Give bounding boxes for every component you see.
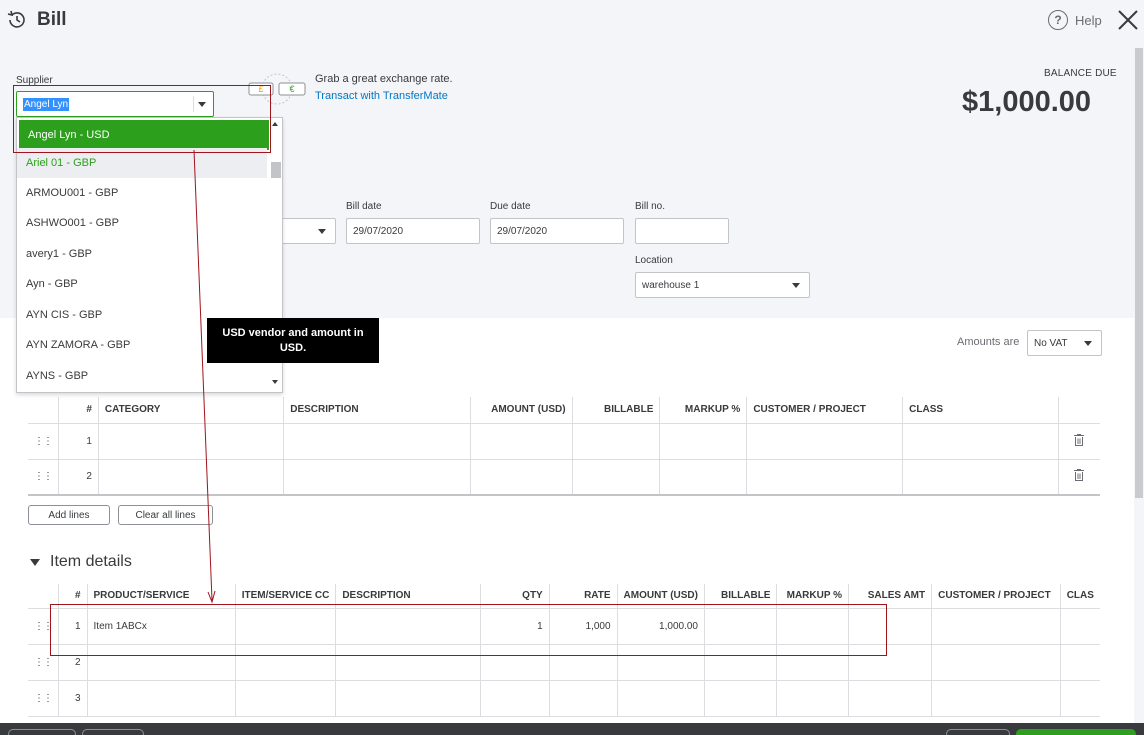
actions-column-header: [1058, 397, 1100, 424]
markup-cell[interactable]: [659, 459, 748, 496]
dropdown-option[interactable]: Ayn - GBP: [17, 269, 267, 299]
caret-down-icon: [30, 558, 40, 566]
amounts-are-select[interactable]: No VAT: [1027, 330, 1102, 356]
amounts-are-value: No VAT: [1034, 337, 1068, 349]
billable-cell[interactable]: [572, 423, 661, 460]
page-scrollbar-thumb[interactable]: [1135, 48, 1143, 498]
table-row[interactable]: ⋮⋮ 3: [28, 680, 1100, 717]
dropdown-option[interactable]: avery1 - GBP: [17, 239, 267, 269]
location-value: warehouse 1: [642, 279, 700, 291]
delete-line-button[interactable]: [1058, 459, 1100, 496]
chevron-down-icon: [1084, 341, 1092, 346]
markup-cell[interactable]: [659, 423, 748, 460]
billable-cell[interactable]: [704, 680, 778, 717]
item-details-title: Item details: [50, 553, 132, 570]
customer-cell[interactable]: [931, 680, 1061, 717]
markup-cell[interactable]: [776, 680, 850, 717]
customer-cell[interactable]: [931, 608, 1061, 645]
help-icon: ?: [1048, 10, 1068, 30]
row-number: 1: [58, 423, 99, 460]
column-header: DESCRIPTION: [283, 397, 471, 424]
amounts-are-label: Amounts are: [957, 336, 1020, 348]
save-button[interactable]: [946, 729, 1010, 735]
customer-cell[interactable]: [746, 459, 904, 496]
column-header: CLASS: [902, 397, 1059, 424]
row-number: 2: [58, 459, 99, 496]
scroll-down-icon[interactable]: [272, 380, 278, 384]
recent-transactions-icon[interactable]: [6, 9, 28, 31]
location-label: Location: [635, 255, 673, 266]
clear-button[interactable]: [82, 729, 144, 735]
save-and-close-button[interactable]: [1016, 729, 1136, 735]
rate-cell[interactable]: [549, 680, 618, 717]
chevron-down-icon: [318, 229, 326, 234]
balance-due-label: BALANCE DUE: [1044, 68, 1117, 79]
location-select[interactable]: warehouse 1: [635, 272, 810, 298]
cancel-button[interactable]: [8, 729, 76, 735]
drag-column-header: [28, 397, 59, 424]
column-header: #: [58, 397, 99, 424]
amount-cell[interactable]: [470, 459, 573, 496]
product-cell[interactable]: [87, 680, 236, 717]
class-cell[interactable]: [902, 423, 1059, 460]
annotation-highlight-supplier: [13, 85, 271, 153]
amount-cell[interactable]: [470, 423, 573, 460]
dropdown-option[interactable]: ARMOU001 - GBP: [17, 178, 267, 208]
transfermate-text: Grab a great exchange rate.: [315, 73, 453, 85]
row-number: 3: [58, 680, 88, 717]
scroll-up-icon[interactable]: [272, 122, 278, 126]
customer-cell[interactable]: [931, 644, 1061, 681]
qty-cell[interactable]: [480, 680, 550, 717]
balance-due-amount: $1,000.00: [962, 86, 1092, 118]
drag-handle-icon[interactable]: ⋮⋮: [28, 459, 59, 496]
description-cell[interactable]: [283, 423, 471, 460]
chevron-down-icon: [792, 283, 800, 288]
due-date-input[interactable]: 29/07/2020: [490, 218, 624, 244]
annotation-arrow-icon: [193, 149, 216, 604]
page-title: Bill: [37, 9, 67, 30]
help-button[interactable]: ? Help: [1048, 10, 1102, 30]
trash-icon: [1074, 469, 1085, 482]
transfermate-link[interactable]: Transact with TransferMate: [315, 90, 448, 102]
trash-icon: [1074, 433, 1085, 446]
drag-handle-icon[interactable]: ⋮⋮: [28, 680, 59, 717]
annotation-highlight-item-row: [50, 604, 887, 656]
column-header: AMOUNT (USD): [470, 397, 573, 424]
dropdown-option[interactable]: ASHWO001 - GBP: [17, 208, 267, 238]
drag-handle-icon[interactable]: ⋮⋮: [28, 423, 59, 460]
customer-cell[interactable]: [746, 423, 904, 460]
amount-cell[interactable]: [617, 680, 705, 717]
add-lines-button[interactable]: Add lines: [28, 505, 110, 525]
column-header: BILLABLE: [572, 397, 661, 424]
annotation-callout: USD vendor and amount in USD.: [207, 318, 379, 363]
page-header: [0, 0, 1144, 40]
item-code-cell[interactable]: [235, 680, 337, 717]
column-header: CUSTOMER / PROJECT: [931, 584, 1061, 609]
help-label: Help: [1075, 12, 1102, 28]
class-cell[interactable]: [1060, 680, 1100, 717]
class-cell[interactable]: [902, 459, 1059, 496]
close-icon[interactable]: [1116, 8, 1140, 32]
dropdown-option[interactable]: AYNS - GBP: [17, 361, 267, 391]
class-cell[interactable]: [1060, 608, 1100, 645]
column-header: CLAS: [1060, 584, 1100, 609]
delete-line-button[interactable]: [1058, 423, 1100, 460]
billable-cell[interactable]: [572, 459, 661, 496]
bill-date-input[interactable]: 29/07/2020: [346, 218, 480, 244]
description-cell[interactable]: [335, 680, 481, 717]
class-cell[interactable]: [1060, 644, 1100, 681]
svg-text:€: €: [289, 84, 294, 94]
bill-no-input[interactable]: [635, 218, 729, 244]
column-header: MARKUP %: [659, 397, 748, 424]
item-details-toggle[interactable]: Item details: [30, 553, 132, 571]
bill-date-label: Bill date: [346, 201, 382, 212]
sales-amt-cell[interactable]: [848, 680, 933, 717]
due-date-label: Due date: [490, 201, 531, 212]
description-cell[interactable]: [283, 459, 471, 496]
bill-no-label: Bill no.: [635, 201, 666, 212]
column-header: CUSTOMER / PROJECT: [746, 397, 904, 424]
scrollbar-thumb[interactable]: [271, 162, 281, 178]
